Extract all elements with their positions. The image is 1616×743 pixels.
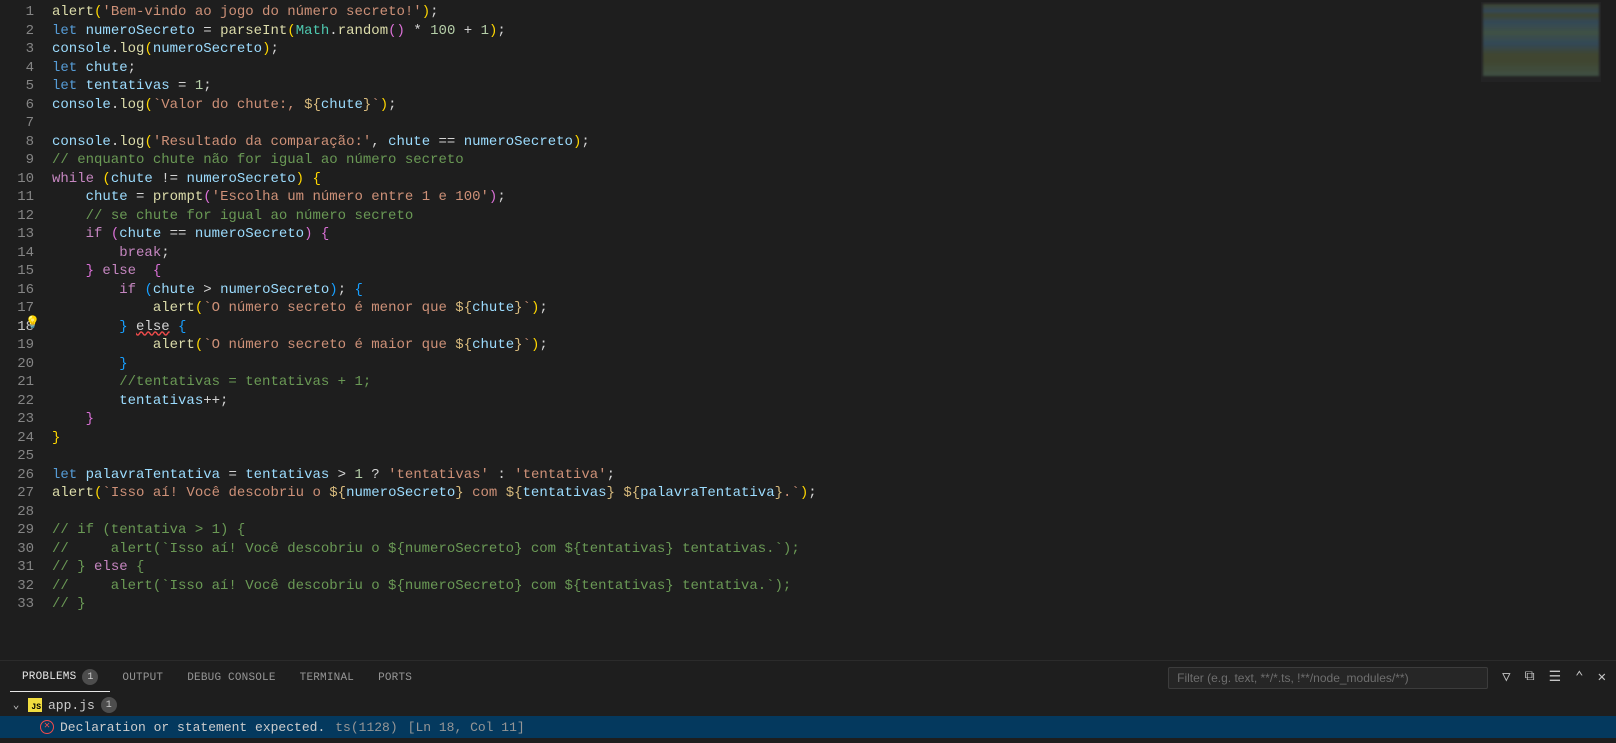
close-panel-icon[interactable]: ✕ (1598, 669, 1606, 686)
code-line[interactable]: // se chute for igual ao número secreto (52, 207, 1616, 226)
code-line[interactable]: while (chute != numeroSecreto) { (52, 170, 1616, 189)
line-number: 31 (10, 558, 34, 577)
code-line[interactable]: } (52, 429, 1616, 448)
line-number: 20 (10, 355, 34, 374)
code-line[interactable]: let chute; (52, 59, 1616, 78)
line-number: 21 (10, 373, 34, 392)
problem-item[interactable]: ✕ Declaration or statement expected. ts(… (0, 716, 1616, 738)
code-line[interactable]: } else { (52, 318, 1616, 337)
code-line[interactable]: console.log(`Valor do chute:, ${chute}`)… (52, 96, 1616, 115)
panel-chevron-up-icon[interactable]: ⌃ (1575, 669, 1583, 686)
line-number: 6 (10, 96, 34, 115)
tab-debug-console[interactable]: DEBUG CONSOLE (175, 666, 287, 690)
line-number: 7 (10, 114, 34, 133)
code-editor[interactable]: 💡 alert('Bem-vindo ao jogo do número sec… (52, 0, 1616, 660)
line-number: 27 (10, 484, 34, 503)
panel-action-icons: ▽ ⧉ ☰ ⌃ ✕ (1502, 669, 1606, 686)
line-number: 33 (10, 595, 34, 614)
line-number: 16 (10, 281, 34, 300)
code-line[interactable] (52, 114, 1616, 133)
view-as-tree-icon[interactable]: ☰ (1549, 669, 1562, 686)
line-number: 8 (10, 133, 34, 152)
error-icon: ✕ (40, 720, 54, 734)
code-line[interactable]: } (52, 355, 1616, 374)
line-number: 30 (10, 540, 34, 559)
code-line[interactable]: } else { (52, 262, 1616, 281)
code-line[interactable]: let tentativas = 1; (52, 77, 1616, 96)
line-number: 12 (10, 207, 34, 226)
problems-filter-input[interactable] (1168, 667, 1488, 689)
js-file-icon: JS (28, 698, 42, 712)
line-number: 14 (10, 244, 34, 263)
line-number: 26 (10, 466, 34, 485)
code-line[interactable]: if (chute == numeroSecreto) { (52, 225, 1616, 244)
line-number: 23 (10, 410, 34, 429)
code-line[interactable]: break; (52, 244, 1616, 263)
tab-output[interactable]: OUTPUT (110, 666, 175, 690)
lightbulb-icon[interactable]: 💡 (25, 314, 40, 333)
code-line[interactable]: // alert(`Isso aí! Você descobriu o ${nu… (52, 540, 1616, 559)
code-line[interactable]: // alert(`Isso aí! Você descobriu o ${nu… (52, 577, 1616, 596)
line-number: 25 (10, 447, 34, 466)
line-number: 32 (10, 577, 34, 596)
tab-problems[interactable]: PROBLEMS 1 (10, 663, 110, 692)
code-line[interactable]: let numeroSecreto = parseInt(Math.random… (52, 22, 1616, 41)
code-line[interactable]: let palavraTentativa = tentativas > 1 ? … (52, 466, 1616, 485)
line-number: 19 (10, 336, 34, 355)
problems-count-badge: 1 (82, 669, 98, 685)
code-line[interactable]: alert(`Isso aí! Você descobriu o ${numer… (52, 484, 1616, 503)
line-number: 5 (10, 77, 34, 96)
error-code: ts(1128) (335, 720, 397, 735)
code-line[interactable] (52, 503, 1616, 522)
line-number: 1 (10, 3, 34, 22)
problems-list: ⌄ JS app.js 1 ✕ Declaration or statement… (0, 694, 1616, 740)
line-number: 10 (10, 170, 34, 189)
code-line[interactable]: tentativas++; (52, 392, 1616, 411)
code-line[interactable]: chute = prompt('Escolha um número entre … (52, 188, 1616, 207)
code-line[interactable]: alert(`O número secreto é maior que ${ch… (52, 336, 1616, 355)
chevron-down-icon[interactable]: ⌄ (10, 698, 22, 712)
filter-icon[interactable]: ▽ (1502, 669, 1510, 686)
panel-tabs: PROBLEMS 1 OUTPUT DEBUG CONSOLE TERMINAL… (0, 661, 1616, 694)
tab-label: PROBLEMS (22, 671, 76, 683)
code-line[interactable]: alert('Bem-vindo ao jogo do número secre… (52, 3, 1616, 22)
bottom-panel: PROBLEMS 1 OUTPUT DEBUG CONSOLE TERMINAL… (0, 660, 1616, 740)
line-number: 29 (10, 521, 34, 540)
line-number: 24 (10, 429, 34, 448)
line-number: 2 (10, 22, 34, 41)
problem-file-row[interactable]: ⌄ JS app.js 1 (0, 694, 1616, 716)
line-number: 4 (10, 59, 34, 78)
collapse-all-icon[interactable]: ⧉ (1525, 669, 1535, 686)
line-number: 15 (10, 262, 34, 281)
code-line[interactable]: //tentativas = tentativas + 1; (52, 373, 1616, 392)
line-number: 3 (10, 40, 34, 59)
line-number: 13 (10, 225, 34, 244)
code-line[interactable]: // } else { (52, 558, 1616, 577)
code-line[interactable]: if (chute > numeroSecreto); { (52, 281, 1616, 300)
minimap[interactable] (1481, 2, 1601, 82)
code-line[interactable]: // enquanto chute não for igual ao númer… (52, 151, 1616, 170)
tab-terminal[interactable]: TERMINAL (288, 666, 366, 690)
line-number: 28 (10, 503, 34, 522)
code-line[interactable]: // } (52, 595, 1616, 614)
code-line[interactable]: console.log('Resultado da comparação:', … (52, 133, 1616, 152)
code-line[interactable]: alert(`O número secreto é menor que ${ch… (52, 299, 1616, 318)
code-line[interactable]: console.log(numeroSecreto); (52, 40, 1616, 59)
error-location: [Ln 18, Col 11] (408, 720, 525, 735)
minimap-content (1483, 4, 1599, 76)
code-line[interactable] (52, 447, 1616, 466)
line-number: 11 (10, 188, 34, 207)
line-number: 9 (10, 151, 34, 170)
line-number: 22 (10, 392, 34, 411)
file-problem-count: 1 (101, 697, 117, 713)
error-message: Declaration or statement expected. (60, 720, 325, 735)
tab-ports[interactable]: PORTS (366, 666, 424, 690)
file-name: app.js (48, 698, 95, 713)
editor-container: 1234567891011121314151617181920212223242… (0, 0, 1616, 660)
code-line[interactable]: // if (tentativa > 1) { (52, 521, 1616, 540)
code-line[interactable]: } (52, 410, 1616, 429)
